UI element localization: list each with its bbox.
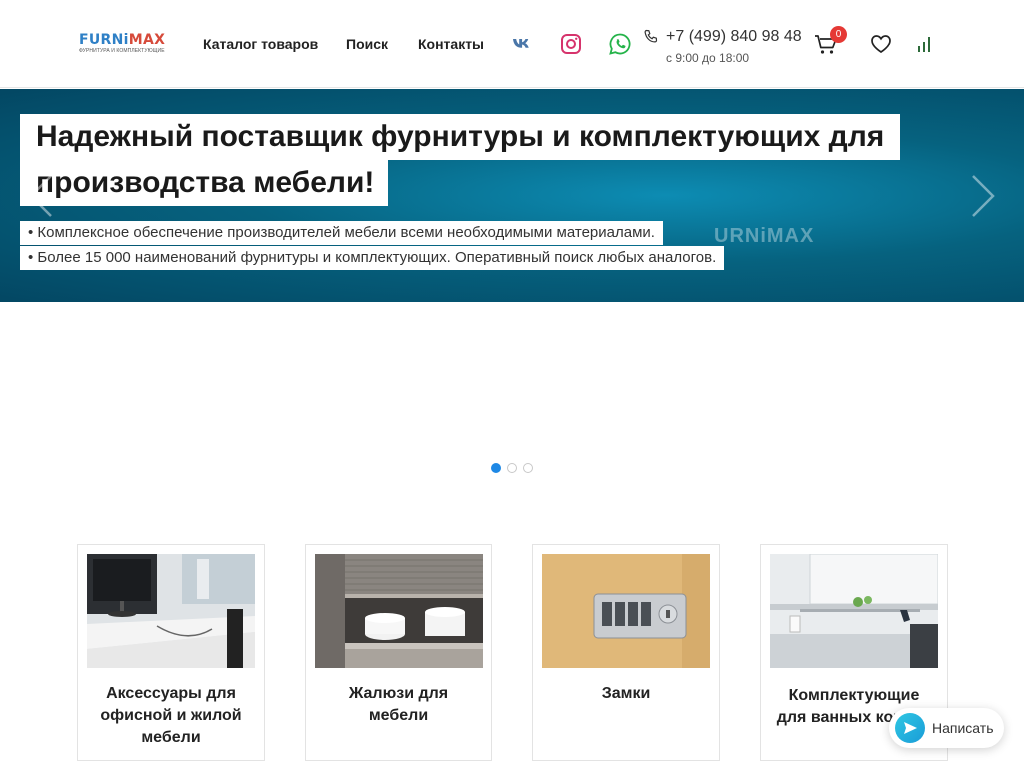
cart-count-badge: 0 [830,26,847,43]
slider-next-arrow-icon[interactable] [969,174,997,218]
hero-title-line-2: производства мебели! [20,160,389,206]
phone-icon [644,29,658,43]
whatsapp-icon[interactable] [608,32,632,56]
nav-contacts[interactable]: Контакты [418,36,484,52]
slider-dot[interactable] [523,463,533,473]
combination-lock-image [542,554,710,668]
slider-dot[interactable] [491,463,501,473]
slider-pagination [491,463,533,473]
hero-watermark: URNiMAX [714,225,815,247]
work-hours: с 9:00 до 18:00 [666,51,750,65]
hero-title-line-1: Надежный поставщик фурнитуры и комплекту… [20,114,901,160]
logo-wordmark: FURNiMAX [79,32,166,48]
slider-prev-arrow-icon[interactable] [27,174,55,218]
chat-widget-button[interactable]: Написать [889,708,1004,748]
logo-tagline: ФУРНИТУРА И КОМПЛЕКТУЮЩИЕ [79,48,165,54]
phone-number[interactable]: +7 (499) 840 98 48 [666,28,802,46]
category-title: Аксессуары для офисной и жилой мебели [100,685,242,746]
category-title: Замки [601,685,651,702]
instagram-icon[interactable] [559,32,583,56]
hero-slider: URNiMAX Надежный поставщик фурнитуры и к… [0,89,1024,302]
chat-icon [895,713,925,743]
slider-dot[interactable] [507,463,517,473]
nav-search[interactable]: Поиск [346,36,388,52]
category-card-office-accessories[interactable]: Аксессуары для офисной и жилой мебели [77,544,265,761]
blinds-cabinet-image [315,554,483,668]
category-title: Жалюзи для мебели [348,685,449,724]
site-header: FURNiMAX ФУРНИТУРА И КОМПЛЕКТУЮЩИЕ Катал… [0,0,1024,88]
chat-label: Написать [932,720,994,736]
compare-bars-icon[interactable] [917,35,933,53]
office-desk-image [87,554,255,668]
category-card-locks[interactable]: Замки [532,544,720,761]
nav-catalog[interactable]: Каталог товаров [203,36,318,52]
hero-bullet-2: • Более 15 000 наименований фурнитуры и … [20,246,725,270]
hero-bullet-1: • Комплексное обеспечение производителей… [20,221,663,245]
favorites-heart-icon[interactable] [870,34,892,54]
category-card-furniture-blinds[interactable]: Жалюзи для мебели [305,544,492,761]
logo[interactable]: FURNiMAX ФУРНИТУРА И КОМПЛЕКТУЮЩИЕ [79,33,167,55]
vk-icon[interactable] [511,32,535,56]
bathroom-rail-image [770,554,938,668]
